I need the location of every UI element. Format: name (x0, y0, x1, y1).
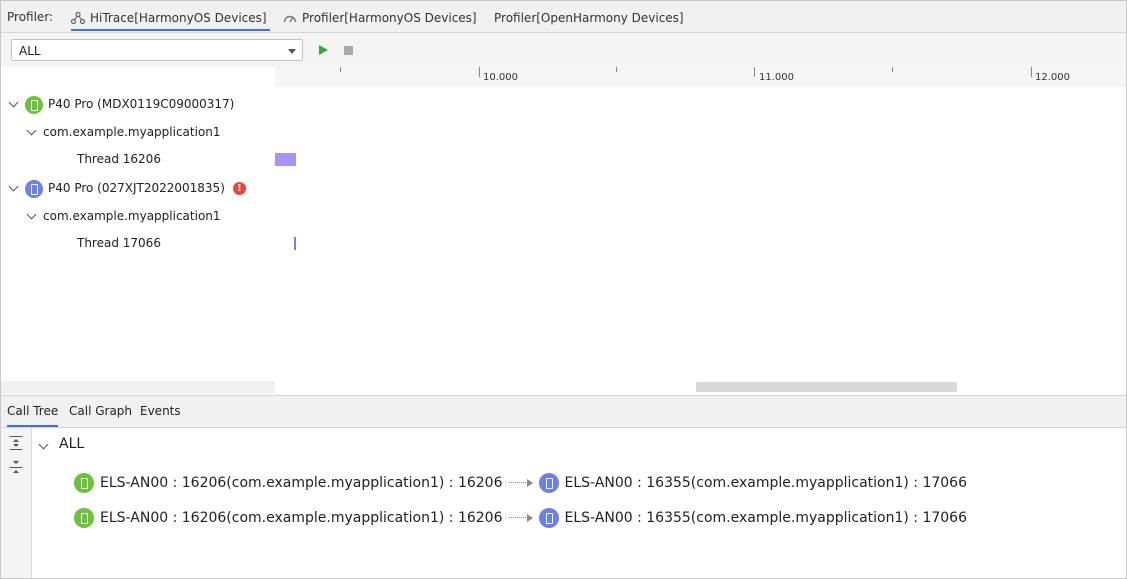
call-tree-row[interactable]: ELS-AN00 : 16206(com.example.myapplicati… (74, 472, 967, 494)
ruler-label-10: 10.000 (483, 72, 518, 83)
call-source: ELS-AN00 : 16206(com.example.myapplicati… (100, 475, 503, 491)
bottom-tab-strip: Call Tree Call Graph Events (1, 395, 1126, 428)
tab-profiler-openharmony[interactable]: Profiler[OpenHarmony Devices] (494, 1, 684, 32)
call-tree-root[interactable]: ALL (59, 436, 84, 452)
ruler-tick (479, 67, 480, 77)
collapse-all-icon[interactable] (10, 461, 22, 475)
chevron-down-icon (288, 49, 296, 54)
tab-profiler-harmonyos[interactable]: Profiler[HarmonyOS Devices] (283, 1, 477, 32)
phone-icon (74, 473, 94, 493)
chevron-down-icon[interactable] (8, 97, 19, 108)
chevron-down-icon[interactable] (26, 209, 37, 220)
chevron-down-icon[interactable] (8, 181, 19, 192)
call-arrow-icon (508, 513, 533, 523)
chevron-down-icon[interactable] (38, 439, 49, 450)
call-tree-toolbar (1, 428, 32, 578)
tree-row-thread-2[interactable]: Thread 17066 (77, 233, 161, 253)
profiler-label: Profiler: (7, 10, 54, 24)
call-arrow-icon (508, 478, 533, 488)
call-target: ELS-AN00 : 16355(com.example.myapplicati… (564, 510, 968, 526)
chevron-down-icon[interactable] (26, 125, 37, 136)
device-1-content: P40 Pro (MDX0119C09000317) (25, 94, 234, 114)
ruler-tick (892, 67, 893, 72)
profiler-tab-strip: Profiler: HiTrace[HarmonyOS Devices] Pro… (1, 1, 1126, 33)
ruler-label-11: 11.000 (759, 72, 794, 83)
ruler-tick (616, 67, 617, 72)
call-source: ELS-AN00 : 16206(com.example.myapplicati… (100, 510, 503, 526)
phone-icon (74, 508, 94, 528)
tab-events[interactable]: Events (140, 396, 181, 427)
hitrace-icon (71, 12, 85, 24)
time-ruler: 10.000 11.000 12.000 (275, 67, 1126, 87)
thread-17066-trace-bar[interactable] (294, 237, 296, 250)
tab-hitrace-label: HiTrace[HarmonyOS Devices] (90, 11, 267, 25)
tab-call-graph[interactable]: Call Graph (69, 396, 132, 427)
gauge-icon (283, 15, 297, 23)
tab-call-tree[interactable]: Call Tree (7, 396, 59, 427)
stop-icon[interactable] (344, 46, 353, 55)
play-icon[interactable] (319, 45, 328, 55)
ruler-tick (1031, 67, 1032, 77)
timeline-scrollbar[interactable] (696, 382, 957, 392)
tab-profiler-openharmony-label: Profiler[OpenHarmony Devices] (494, 11, 684, 25)
thread-16206-trace-bar[interactable] (275, 153, 296, 166)
phone-icon (538, 508, 559, 528)
expand-all-icon[interactable] (10, 436, 22, 451)
device-1-name: P40 Pro (MDX0119C09000317) (48, 97, 235, 111)
error-icon[interactable]: ! (232, 182, 246, 195)
tree-footer (1, 381, 275, 394)
tree-row-thread-1[interactable]: Thread 16206 (77, 149, 161, 169)
app-1-name: com.example.myapplication1 (43, 125, 221, 139)
device-2-content: P40 Pro (027XJT2022001835)! (25, 178, 246, 198)
phone-icon (538, 473, 559, 493)
device-filter-select[interactable]: ALL (11, 39, 303, 61)
device-filter-value: ALL (19, 44, 41, 58)
trace-timeline[interactable]: 10.000 11.000 12.000 (275, 67, 1126, 394)
app-2-name: com.example.myapplication1 (43, 209, 221, 223)
phone-icon (25, 95, 43, 114)
device-tree: P40 Pro (MDX0119C09000317) com.example.m… (1, 67, 275, 394)
call-tree-panel: ALL ELS-AN00 : 16206(com.example.myappli… (32, 428, 1126, 578)
ruler-tick (340, 67, 341, 72)
device-2-name: P40 Pro (027XJT2022001835) (48, 181, 225, 195)
toolbar: ALL (1, 33, 1126, 67)
phone-icon (25, 179, 43, 198)
call-tree-row[interactable]: ELS-AN00 : 16206(com.example.myapplicati… (74, 507, 967, 529)
call-target: ELS-AN00 : 16355(com.example.myapplicati… (564, 475, 968, 491)
tab-profiler-harmonyos-label: Profiler[HarmonyOS Devices] (302, 11, 477, 25)
ruler-label-12: 12.000 (1035, 72, 1070, 83)
profiler-window: Profiler: HiTrace[HarmonyOS Devices] Pro… (0, 0, 1127, 579)
tab-hitrace[interactable]: HiTrace[HarmonyOS Devices] (71, 1, 270, 32)
ruler-tick (754, 67, 755, 77)
